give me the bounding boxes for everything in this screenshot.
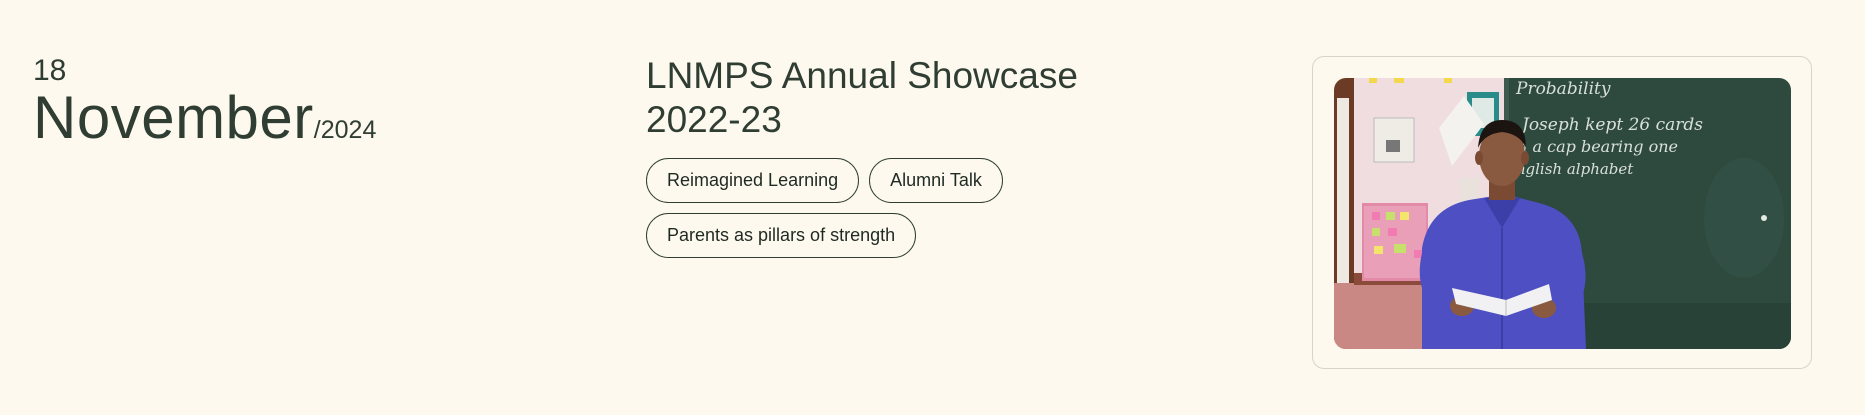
event-image-card[interactable]: Probability Joseph kept 26 cards in a ca… [1312, 56, 1812, 369]
svg-text:Probability: Probability [1515, 79, 1611, 99]
svg-text:in a cap bearing one: in a cap bearing one [1512, 137, 1678, 156]
event-title-line2: 2022-23 [646, 99, 782, 140]
event-title[interactable]: LNMPS Annual Showcase 2022-23 [646, 54, 1206, 142]
tag-alumni-talk[interactable]: Alumni Talk [869, 158, 1003, 203]
event-date: 18 November/2024 [33, 54, 376, 164]
classroom-photo: Probability Joseph kept 26 cards in a ca… [1334, 78, 1791, 349]
tag-parents-as-pillars[interactable]: Parents as pillars of strength [646, 213, 917, 258]
event-title-line1: LNMPS Annual Showcase [646, 55, 1078, 96]
svg-text:Joseph kept 26 cards: Joseph kept 26 cards [1519, 115, 1703, 135]
event-day: 18 [33, 54, 67, 87]
event-month: November [33, 84, 314, 151]
event-month-year: November/2024 [33, 88, 376, 164]
event-listing: 18 November/2024 LNMPS Annual Showcase 2… [0, 0, 1865, 415]
event-tags: Reimagined Learning Alumni Talk Parents … [646, 158, 1066, 258]
event-year: /2024 [313, 116, 377, 144]
tag-reimagined-learning[interactable]: Reimagined Learning [646, 158, 860, 203]
event-details: LNMPS Annual Showcase 2022-23 Reimagined… [646, 54, 1206, 258]
event-photo: Probability Joseph kept 26 cards in a ca… [1334, 78, 1791, 349]
